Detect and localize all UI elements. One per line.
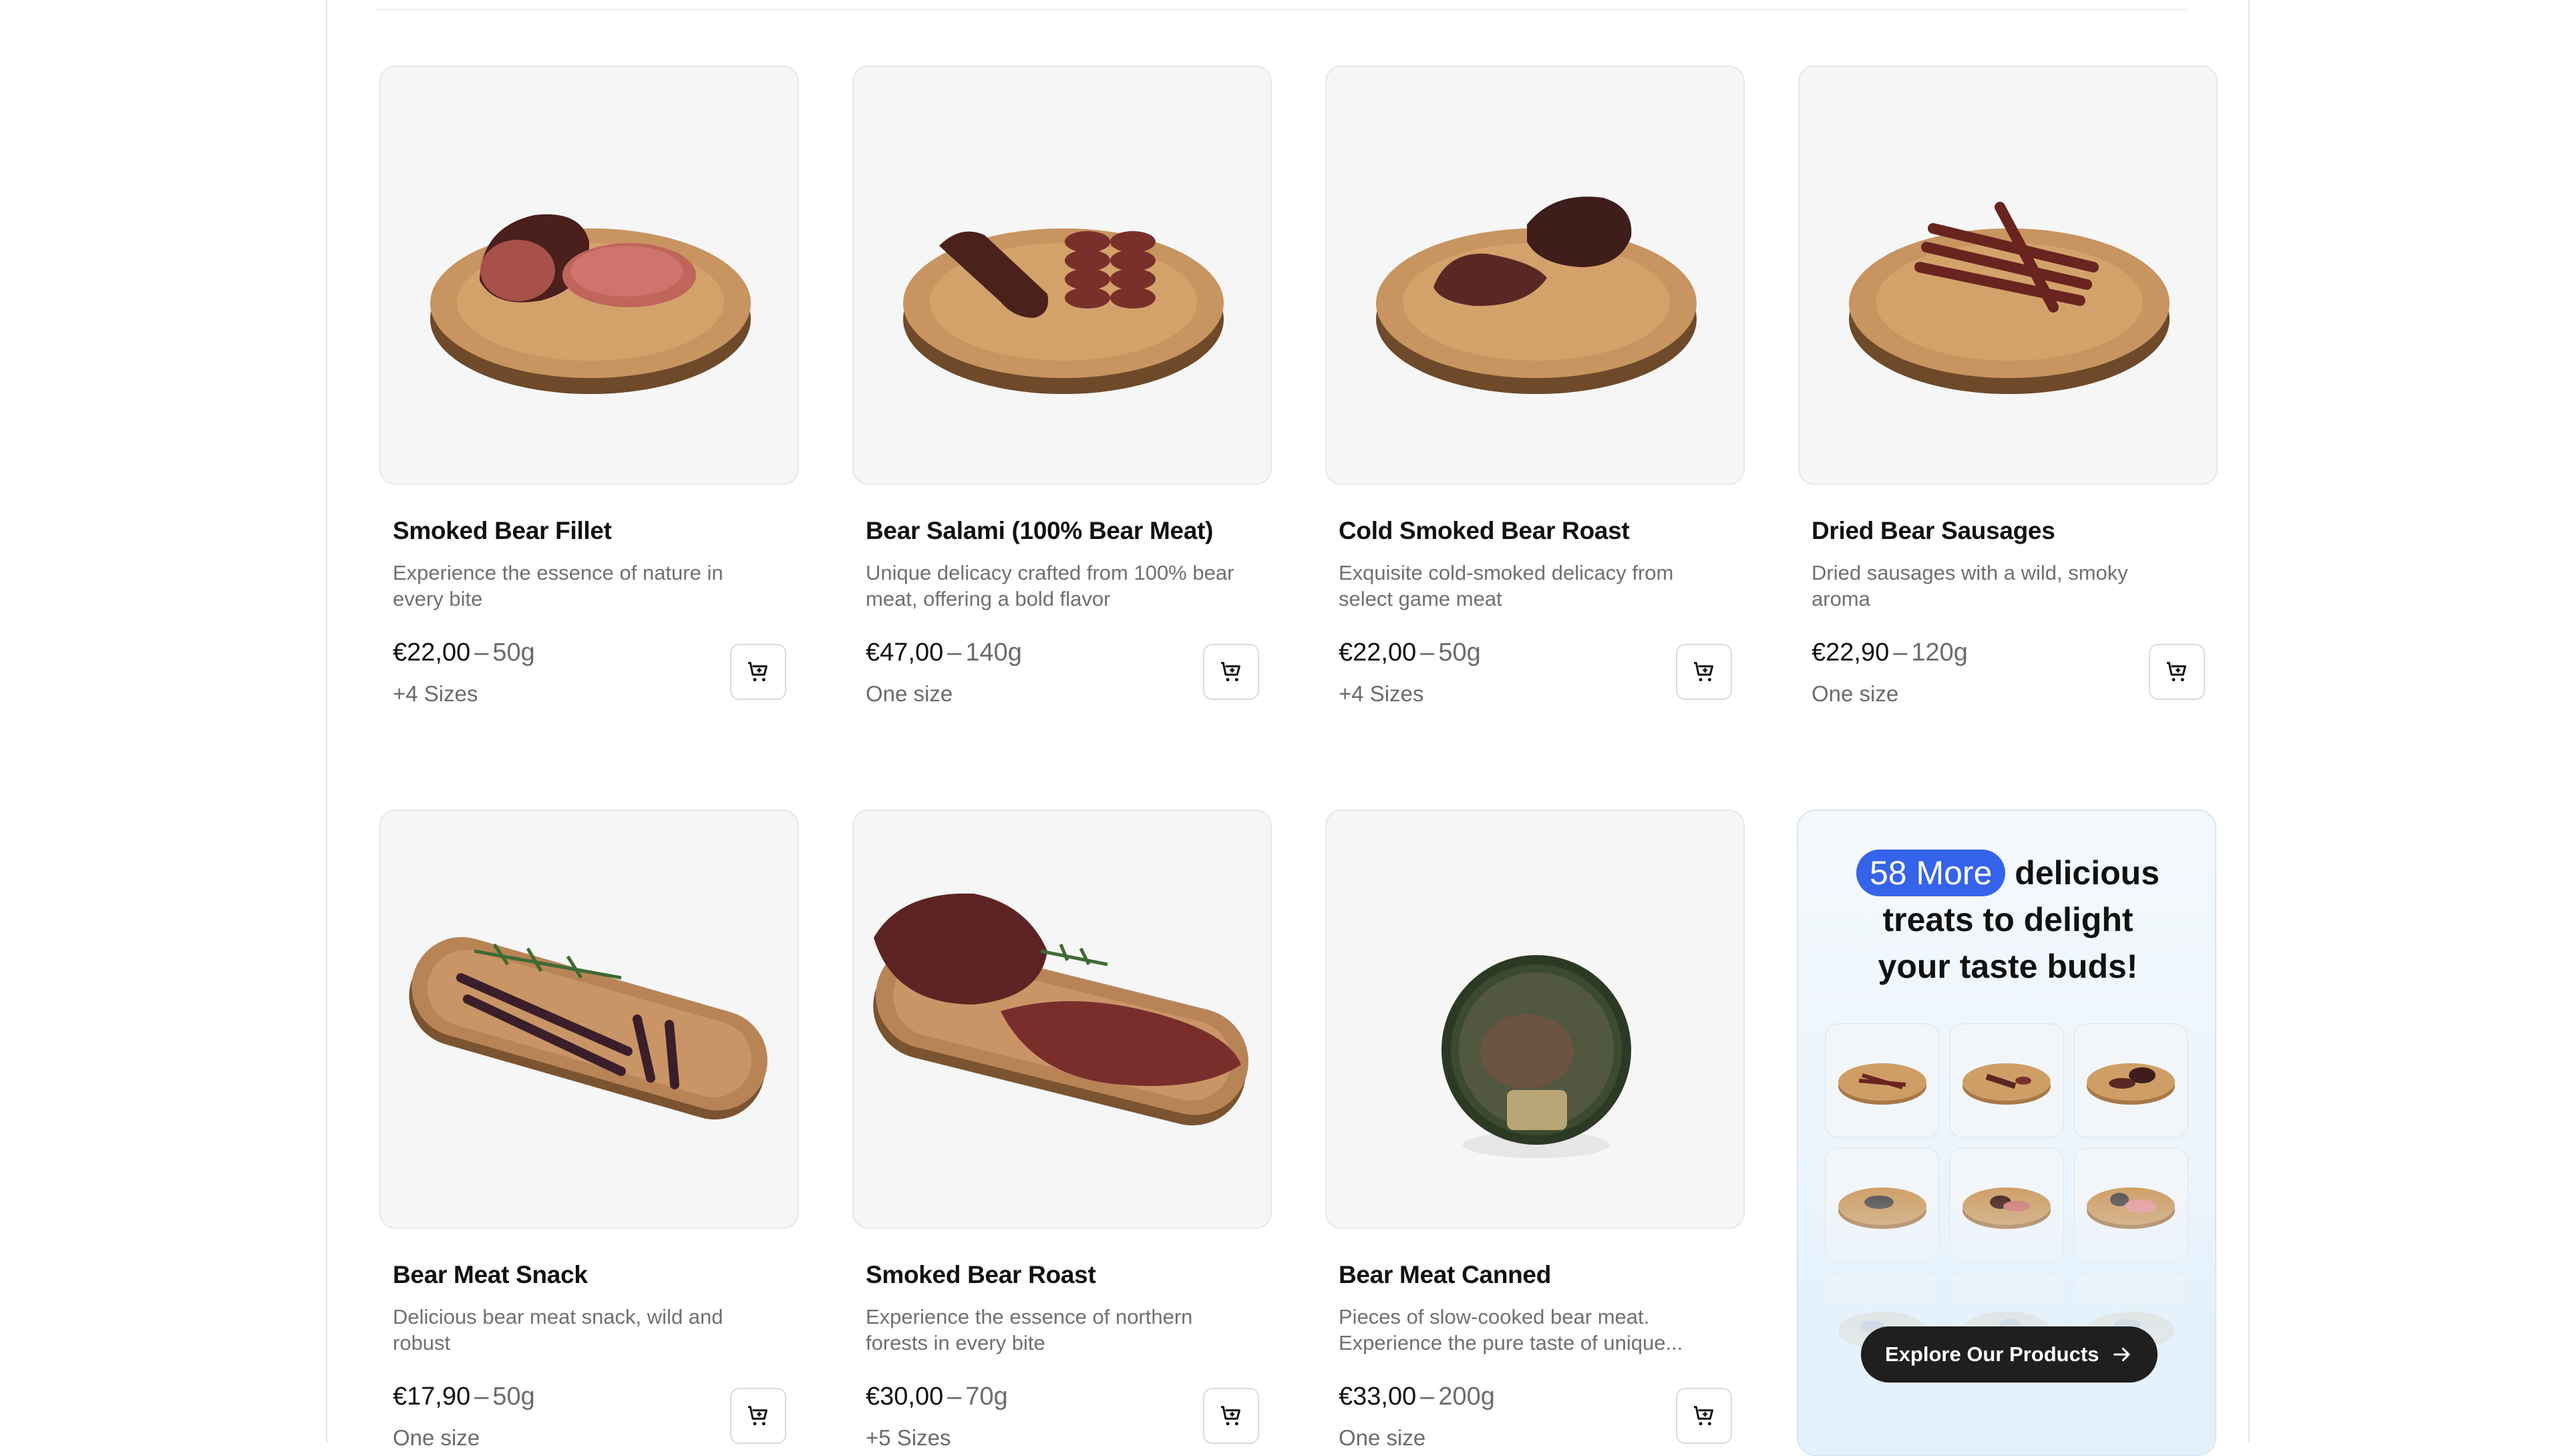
promo-fade-overlay	[1798, 1185, 2215, 1455]
product-name[interactable]: Bear Salami (100% Bear Meat)	[866, 517, 1213, 545]
promo-count-badge: 58 More	[1856, 850, 2006, 896]
product-sizes[interactable]: +4 Sizes	[393, 681, 478, 707]
promo-thumbnail	[2073, 1023, 2188, 1138]
add-to-cart-button[interactable]	[730, 1388, 786, 1444]
promo-thumbnail	[1825, 1023, 1940, 1138]
cart-icon	[2167, 662, 2186, 682]
product-sizes[interactable]: One size	[393, 1425, 480, 1451]
tray-roast-icon	[873, 893, 1248, 1126]
product-price: €47,00	[866, 639, 944, 667]
add-to-cart-button[interactable]	[1676, 1388, 1732, 1444]
price-line: €47,00–140g	[866, 639, 1022, 667]
price-dash: –	[947, 639, 962, 667]
cart-icon	[1694, 662, 1713, 682]
explore-products-button[interactable]: Explore Our Products	[1861, 1326, 2158, 1383]
price-line: €22,90–120g	[1812, 639, 1968, 667]
cart-icon	[1694, 1406, 1713, 1426]
product-description: Pieces of slow-cooked bear meat. Experie…	[1339, 1305, 1683, 1354]
board-fillet-icon	[430, 214, 751, 394]
can-icon	[1441, 955, 1631, 1158]
product-image[interactable]	[1798, 65, 2218, 485]
product-price: €33,00	[1339, 1383, 1417, 1411]
promo-thumbnail	[1949, 1023, 2064, 1138]
product-weight: 50g	[1438, 639, 1481, 667]
add-to-cart-button[interactable]	[1203, 644, 1259, 700]
product-image[interactable]	[379, 809, 799, 1229]
cart-icon	[1221, 662, 1240, 682]
product-price: €22,90	[1812, 639, 1890, 667]
product-name[interactable]: Smoked Bear Fillet	[393, 517, 612, 545]
price-dash: –	[947, 1383, 962, 1411]
add-to-cart-button[interactable]	[730, 644, 786, 700]
product-name[interactable]: Bear Meat Snack	[393, 1261, 588, 1289]
product-description: Unique delicacy crafted from 100% bear m…	[866, 561, 1234, 610]
product-image[interactable]	[852, 809, 1272, 1229]
price-line: €33,00–200g	[1339, 1383, 1495, 1411]
product-name[interactable]: Dried Bear Sausages	[1812, 517, 2055, 545]
product-weight: 120g	[1911, 639, 1968, 667]
product-name[interactable]: Bear Meat Canned	[1339, 1261, 1551, 1289]
product-name[interactable]: Cold Smoked Bear Roast	[1339, 517, 1630, 545]
product-image[interactable]	[852, 65, 1272, 485]
product-description: Dried sausages with a wild, smoky aroma	[1812, 561, 2128, 610]
board-roast-icon	[1376, 196, 1697, 394]
product-price: €22,00	[393, 639, 471, 667]
product-weight: 50g	[492, 1383, 535, 1411]
price-dash: –	[474, 1383, 489, 1411]
cart-icon	[1221, 1406, 1240, 1426]
product-description: Delicious bear meat snack, wild and robu…	[393, 1305, 723, 1354]
add-to-cart-button[interactable]	[2149, 644, 2205, 700]
board-roast-icon	[2087, 1063, 2175, 1105]
product-sizes[interactable]: One size	[866, 681, 953, 707]
price-dash: –	[1420, 639, 1435, 667]
product-description: Experience the essence of nature in ever…	[393, 561, 723, 610]
product-description: Experience the essence of northern fores…	[866, 1305, 1193, 1354]
product-weight: 70g	[965, 1383, 1008, 1411]
tray-snack-icon	[409, 936, 767, 1120]
price-line: €30,00–70g	[866, 1383, 1008, 1411]
add-to-cart-button[interactable]	[1676, 644, 1732, 700]
product-image[interactable]	[379, 65, 799, 485]
product-image[interactable]	[1325, 809, 1745, 1229]
product-weight: 140g	[965, 639, 1022, 667]
board-salami-icon	[1962, 1063, 2051, 1105]
promo-title-line1: delicious	[2015, 854, 2160, 892]
product-name[interactable]: Smoked Bear Roast	[866, 1261, 1096, 1289]
explore-button-label: Explore Our Products	[1885, 1342, 2099, 1366]
product-description: Exquisite cold-smoked delicacy from sele…	[1339, 561, 1674, 610]
product-sizes[interactable]: +5 Sizes	[866, 1425, 951, 1451]
board-salami-icon	[903, 228, 1224, 394]
add-to-cart-button[interactable]	[1203, 1388, 1259, 1444]
more-products-promo[interactable]: 58 More delicious treats to delight your…	[1797, 809, 2216, 1456]
price-line: €22,00–50g	[1339, 639, 1481, 667]
cart-icon	[748, 662, 767, 682]
product-price: €30,00	[866, 1383, 944, 1411]
product-price: €17,90	[393, 1383, 471, 1411]
price-line: €17,90–50g	[393, 1383, 535, 1411]
price-dash: –	[474, 639, 489, 667]
board-sausages-icon	[1849, 202, 2170, 394]
product-price: €22,00	[1339, 639, 1417, 667]
product-sizes[interactable]: +4 Sizes	[1339, 681, 1424, 707]
divider	[377, 9, 2188, 10]
product-weight: 50g	[492, 639, 535, 667]
price-dash: –	[1420, 1383, 1435, 1411]
cart-icon	[748, 1406, 767, 1426]
product-sizes[interactable]: One size	[1812, 681, 1898, 707]
promo-title-line2: treats to delight	[1882, 901, 2133, 938]
product-image[interactable]	[1325, 65, 1745, 485]
product-weight: 200g	[1438, 1383, 1495, 1411]
product-sizes[interactable]: One size	[1339, 1425, 1425, 1451]
price-dash: –	[1893, 639, 1908, 667]
promo-title-line3: your taste buds!	[1878, 948, 2138, 985]
arrow-right-icon	[2113, 1347, 2130, 1362]
promo-title: 58 More delicious treats to delight your…	[1798, 850, 2215, 990]
board-sausages-icon	[1838, 1063, 1926, 1105]
price-line: €22,00–50g	[393, 639, 535, 667]
